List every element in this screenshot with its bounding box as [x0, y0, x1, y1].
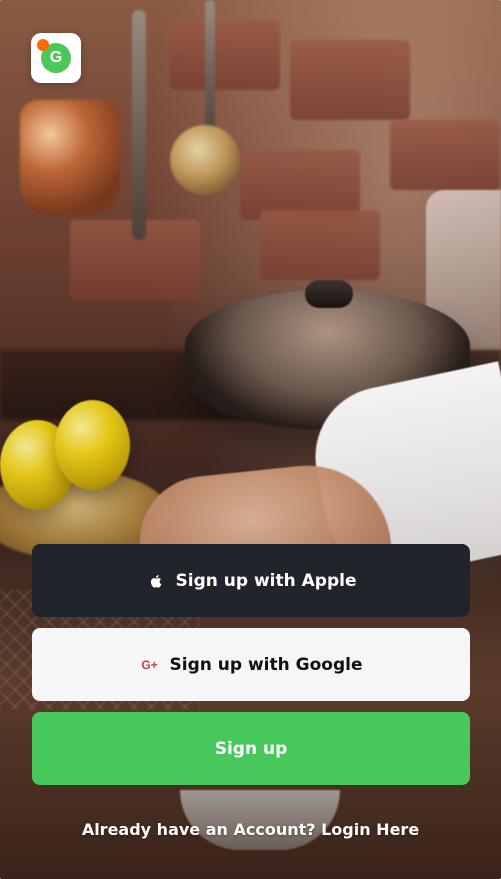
sign-up-with-apple-label: Sign up with Apple [175, 570, 357, 591]
sign-up-button[interactable]: Sign up [32, 712, 470, 785]
apple-icon [146, 571, 166, 591]
app-logo: G [31, 33, 81, 83]
login-link[interactable]: Already have an Account? Login Here [0, 820, 501, 839]
sign-up-with-apple-button[interactable]: Sign up with Apple [32, 544, 470, 617]
sign-up-with-google-label: Sign up with Google [169, 654, 363, 675]
logo-accent-dot [37, 39, 49, 51]
google-plus-icon-text: G+ [141, 657, 158, 672]
sign-up-label: Sign up [214, 738, 288, 759]
sign-up-with-google-button[interactable]: G+ Sign up with Google [32, 628, 470, 701]
signup-screen: G Sign up with Apple G+ Sign up with Goo… [0, 0, 501, 879]
google-plus-icon: G+ [140, 655, 160, 675]
